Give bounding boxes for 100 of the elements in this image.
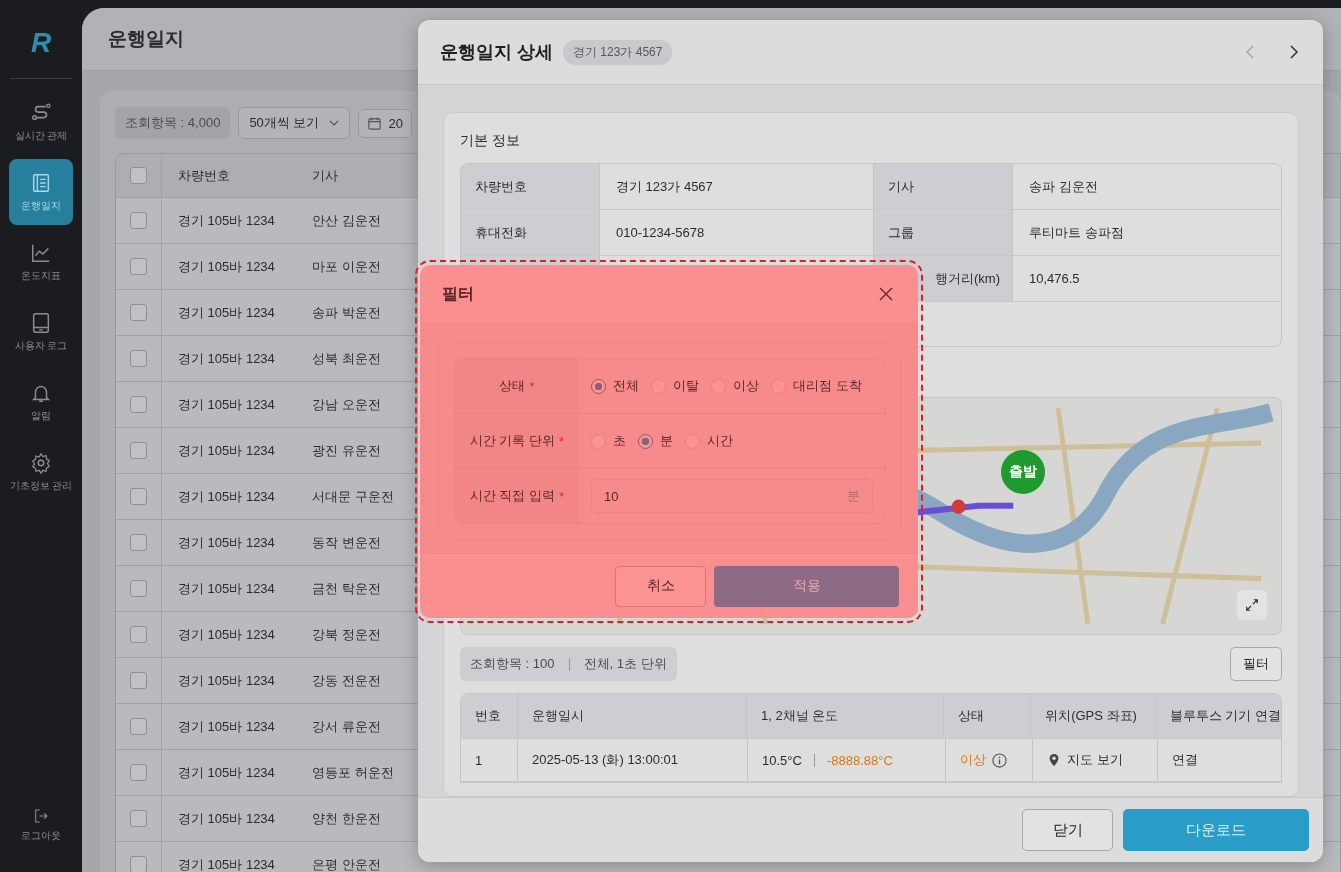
cancel-button[interactable]: 취소 xyxy=(615,565,706,607)
table-cell-text: 경기 105바 1234 xyxy=(177,763,276,782)
document-icon xyxy=(30,171,52,194)
row-checkbox[interactable] xyxy=(130,580,147,597)
column-header: 기사 xyxy=(312,166,338,185)
table-cell-text: 경기 105바 1234 xyxy=(177,809,276,828)
map-link[interactable]: 지도 보기 xyxy=(1067,751,1123,769)
table-cell: 강서 류운전 xyxy=(312,717,381,736)
field-label: 그룹 xyxy=(874,210,1013,255)
column-header: 상태 xyxy=(944,694,1032,738)
field-label: 상태 xyxy=(499,377,526,395)
filter-button[interactable]: 필터 xyxy=(1230,647,1282,681)
table-cell-text: 경기 105바 1234 xyxy=(177,855,276,872)
nav-item[interactable]: 기초정보 관리 xyxy=(9,439,73,505)
table-cell: 마포 이운전 xyxy=(312,257,381,276)
field-value: 10,476.5 xyxy=(1028,270,1081,288)
row-checkbox[interactable] xyxy=(130,672,147,689)
table-cell: 은평 안운전 xyxy=(312,855,381,872)
field-label: 시간 기록 단위 xyxy=(469,432,556,450)
page-title: 운행일지 xyxy=(108,27,184,51)
required-mark: * xyxy=(559,433,565,449)
table-cell: 2025-05-13 (화) 13:00:01 xyxy=(518,739,748,781)
calendar-icon xyxy=(367,115,383,131)
table-cell-text: 경기 105바 1234 xyxy=(177,579,276,598)
row-checkbox[interactable] xyxy=(130,534,147,551)
field-label: 차량번호 xyxy=(461,164,600,209)
table-cell-text: 경기 105바 1234 xyxy=(177,257,276,276)
panel-title: 운행일지 상세 xyxy=(440,41,553,64)
unit-label: 분 xyxy=(847,487,860,505)
nav-item[interactable]: 알림 xyxy=(9,369,73,435)
radio-option[interactable]: 초 xyxy=(591,432,626,450)
column-header: 차량번호 xyxy=(177,166,231,185)
row-checkbox[interactable] xyxy=(130,810,147,827)
nav-item[interactable]: 사용자 로그 xyxy=(9,299,73,365)
date-field[interactable]: 20 xyxy=(358,108,412,138)
dialog-title: 필터 xyxy=(442,283,474,304)
row-checkbox[interactable] xyxy=(130,442,147,459)
radio-option[interactable]: 전체 xyxy=(591,377,639,395)
row-checkbox[interactable] xyxy=(130,212,147,229)
close-button[interactable]: 닫기 xyxy=(1022,809,1113,851)
table-cell: 송파 박운전 xyxy=(312,303,381,322)
column-header: 운행일시 xyxy=(517,694,748,738)
row-checkbox[interactable] xyxy=(130,856,147,872)
nav-item[interactable]: 운행일지 xyxy=(9,159,73,225)
row-checkbox[interactable] xyxy=(130,304,147,321)
radio-option[interactable]: 이탈 xyxy=(651,377,699,395)
radio-option[interactable]: 시간 xyxy=(685,432,733,450)
chevron-down-icon xyxy=(329,120,340,126)
nav-item[interactable]: 실시간 관제 xyxy=(9,89,73,155)
tablet-icon xyxy=(30,311,52,334)
field-value: 송파 김운전 xyxy=(1028,177,1099,196)
select-all-checkbox[interactable] xyxy=(130,167,147,184)
result-count: 조회항목 : 4,000 xyxy=(115,107,231,139)
logout-icon xyxy=(33,807,49,824)
radio-button[interactable] xyxy=(638,433,653,449)
location-pin-icon xyxy=(1047,753,1061,767)
start-marker: 출발 xyxy=(1001,450,1045,494)
field-label: 휴대전화 xyxy=(461,210,600,255)
status-text: 이상 xyxy=(960,751,986,769)
page-size-select[interactable]: 50개씩 보기 xyxy=(238,107,351,139)
chevron-right-icon[interactable] xyxy=(1289,44,1299,60)
temperature-value: 10.5°C xyxy=(762,752,802,768)
filter-summary: 전체, 1초 단위 xyxy=(583,655,667,673)
expand-button[interactable] xyxy=(1237,590,1267,620)
input-field[interactable]: 10 분 xyxy=(591,479,873,513)
table-cell: 영등포 허운전 xyxy=(312,763,394,782)
table-cell: 강북 정운전 xyxy=(312,625,381,644)
table-cell: 성북 최운전 xyxy=(312,349,381,368)
table-cell-text: 경기 105바 1234 xyxy=(177,533,276,552)
required-mark: * xyxy=(529,378,535,394)
table-cell-text: 경기 105바 1234 xyxy=(177,349,276,368)
radio-option[interactable]: 이상 xyxy=(711,377,759,395)
table-cell: 1 xyxy=(461,739,518,781)
table-cell-text: 경기 105바 1234 xyxy=(177,303,276,322)
info-icon[interactable] xyxy=(992,752,1007,768)
row-checkbox[interactable] xyxy=(130,350,147,367)
row-checkbox[interactable] xyxy=(130,488,147,505)
radio-option[interactable]: 대리점 도착 xyxy=(771,377,862,395)
close-icon[interactable] xyxy=(878,286,894,302)
column-header: 1, 2채널 온도 xyxy=(747,694,945,738)
result-count: 조회항목 : 100 xyxy=(470,655,555,673)
table-cell: 양천 한운전 xyxy=(312,809,381,828)
row-checkbox[interactable] xyxy=(130,396,147,413)
table-cell-text: 경기 105바 1234 xyxy=(177,717,276,736)
row-checkbox[interactable] xyxy=(130,626,147,643)
row-checkbox[interactable] xyxy=(130,764,147,781)
row-checkbox[interactable] xyxy=(130,718,147,735)
logout-button[interactable]: 로그아웃 xyxy=(9,792,73,858)
plate-badge: 경기 123가 4567 xyxy=(563,39,673,65)
table-cell: 안산 김운전 xyxy=(312,211,381,230)
column-header: 번호 xyxy=(461,694,518,738)
table-cell-text: 경기 105바 1234 xyxy=(177,487,276,506)
section-title: 기본 정보 xyxy=(460,132,521,150)
nav-item[interactable]: 온도지표 xyxy=(9,229,73,295)
table-cell-text: 경기 105바 1234 xyxy=(177,211,276,230)
row-checkbox[interactable] xyxy=(130,258,147,275)
radio-option[interactable]: 분 xyxy=(638,432,673,450)
column-header: 위치(GPS 좌표) xyxy=(1031,694,1156,738)
radio-button[interactable] xyxy=(591,378,606,394)
column-header: 블루투스 기기 연결 xyxy=(1168,707,1281,725)
